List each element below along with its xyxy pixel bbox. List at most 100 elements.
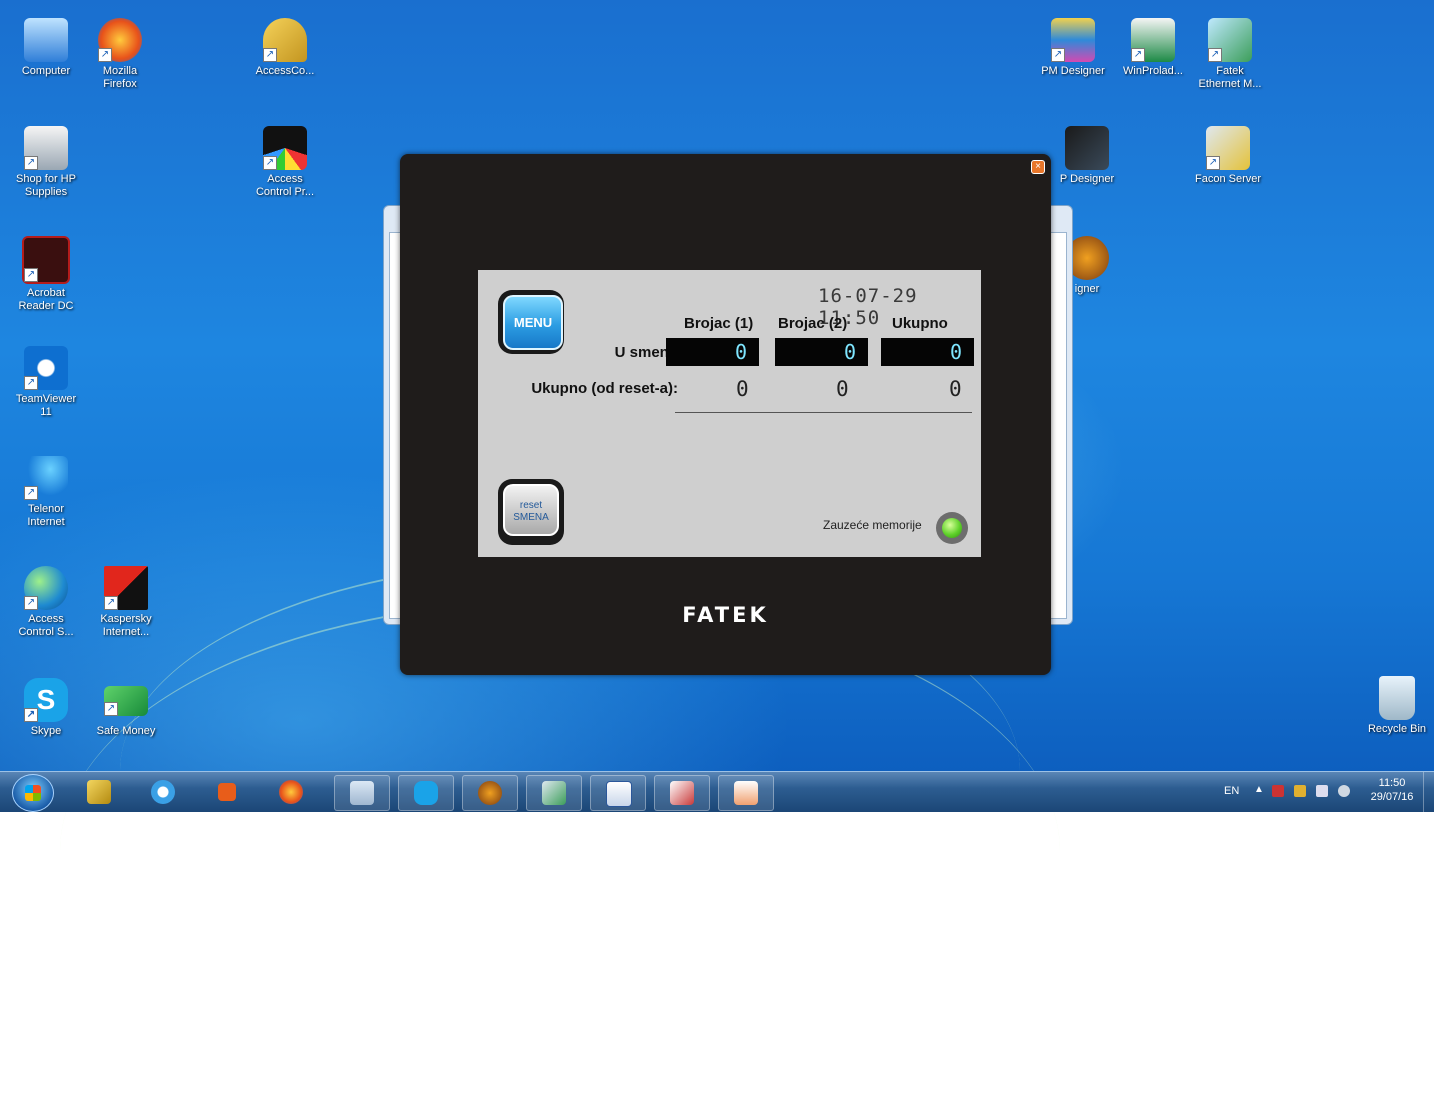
clock[interactable]: 11:50 29/07/16 (1362, 776, 1422, 804)
total-brojac-1: 0 (736, 377, 749, 401)
access-icon (670, 781, 694, 805)
icon-label: WinProlad... (1123, 65, 1183, 77)
show-hidden-icons-icon[interactable]: ▲ (1254, 784, 1264, 795)
p-designer-icon (1065, 126, 1109, 170)
taskbar-notepad[interactable] (334, 775, 390, 811)
taskbar-network[interactable] (526, 775, 582, 811)
taskbar-access-keys[interactable] (72, 775, 126, 809)
wallpaper-swoosh (60, 600, 1060, 1102)
taskbar-access[interactable] (654, 775, 710, 811)
lcd-brojac-1-shift: 0 (666, 338, 759, 366)
desktop-icon-p-designer[interactable]: P Designer (1045, 126, 1129, 186)
desktop-icon-fatek-ethernet[interactable]: ↗ Fatek Ethernet M... (1188, 18, 1272, 91)
facon-server-icon: ↗ (1206, 126, 1250, 170)
show-desktop-button[interactable] (1423, 772, 1434, 812)
recycle-bin-icon (1379, 676, 1415, 720)
icon-label: Telenor Internet (27, 503, 65, 528)
winproladder-icon: ↗ (1131, 18, 1175, 62)
icon-label: Mozilla Firefox (102, 65, 138, 90)
taskbar-media-player[interactable] (200, 775, 254, 809)
windows-logo-icon (25, 785, 41, 801)
memory-status-led (936, 512, 968, 544)
keys-icon: ↗ (263, 18, 307, 62)
icon-label: AccessCo... (255, 65, 315, 77)
desktop-icon-access-control-pr[interactable]: ↗ Access Control Pr... (243, 126, 327, 199)
wplsoft-icon (478, 781, 502, 805)
desktop-icon-access-control-s[interactable]: ↗ Access Control S... (4, 566, 88, 639)
header-brojac-1: Brojac (1) (684, 315, 754, 332)
desktop: Computer ↗ Mozilla Firefox ↗ AccessCo...… (0, 0, 1434, 771)
printer-icon: ↗ (24, 126, 68, 170)
computer-icon (24, 18, 68, 62)
desktop-icon-kaspersky[interactable]: ↗ Kaspersky Internet... (84, 566, 168, 639)
taskbar-presentation[interactable] (718, 775, 774, 811)
desktop-icon-pm-designer[interactable]: ↗ PM Designer (1031, 18, 1115, 78)
safe-money-icon: ↗ (104, 686, 148, 716)
media-player-icon (218, 783, 236, 801)
row-label-u-smeni: U smeni: (614, 344, 678, 361)
firefox-icon (279, 780, 303, 804)
reset-smena-label: reset SMENA (503, 484, 559, 536)
taskbar-firefox[interactable] (264, 775, 318, 809)
desktop-icon-hp-supplies[interactable]: ↗ Shop for HP Supplies (4, 126, 88, 199)
desktop-icon-safe-money[interactable]: ↗ Safe Money (84, 678, 168, 738)
icon-label: Skype (30, 725, 62, 737)
icon-label: Computer (21, 65, 71, 77)
reset-label-line1: reset (519, 500, 543, 511)
hmi-panel: × MENU 16-07-29 11:50 Brojac (1) Brojac … (400, 154, 1051, 675)
separator-line (675, 412, 972, 413)
menu-button-label: MENU (503, 295, 563, 350)
language-indicator[interactable]: EN (1224, 785, 1239, 797)
network-tray-icon[interactable] (1316, 785, 1328, 797)
icon-label: Acrobat Reader DC (18, 287, 74, 312)
desktop-icon-winproladder[interactable]: ↗ WinProlad... (1111, 18, 1195, 78)
firefox-icon: ↗ (98, 18, 142, 62)
reset-smena-button[interactable]: reset SMENA (498, 479, 564, 545)
kaspersky-icon: ↗ (104, 566, 148, 610)
taskbar-word[interactable] (590, 775, 646, 811)
icon-label: P Designer (1059, 173, 1115, 185)
hmi-screen: MENU 16-07-29 11:50 Brojac (1) Brojac (2… (478, 270, 981, 557)
desktop-icon-telenor[interactable]: ↗ Telenor Internet (4, 456, 88, 529)
access-keys-icon (87, 780, 111, 804)
desktop-icon-facon-server[interactable]: ↗ Facon Server (1186, 126, 1270, 186)
icon-label: Shop for HP Supplies (16, 173, 76, 198)
skype-icon: S ↗ (24, 678, 68, 722)
icon-label: TeamViewer 11 (15, 393, 77, 418)
row-label-ukupno-reset: Ukupno (od reset-a): (531, 380, 678, 397)
icon-label: Facon Server (1194, 173, 1262, 185)
icon-label: Access Control S... (18, 613, 74, 638)
pm-designer-icon: ↗ (1051, 18, 1095, 62)
presentation-icon (734, 781, 758, 805)
action-center-icon[interactable] (1272, 785, 1284, 797)
desktop-icon-computer[interactable]: Computer (4, 18, 88, 78)
desktop-icon-teamviewer[interactable]: ↗ TeamViewer 11 (4, 346, 88, 419)
close-icon[interactable]: × (1031, 160, 1045, 174)
volume-icon[interactable] (1338, 785, 1350, 797)
acrobat-icon: ↗ (22, 236, 70, 284)
taskbar-wplsoft[interactable] (462, 775, 518, 811)
desktop-icon-skype[interactable]: S ↗ Skype (4, 678, 88, 738)
desktop-icon-recycle-bin[interactable]: Recycle Bin (1355, 676, 1434, 736)
desktop-icon-acrobat[interactable]: ↗ Acrobat Reader DC (4, 236, 88, 313)
total-brojac-2: 0 (836, 377, 849, 401)
memory-usage-label: Zauzeće memorije (823, 518, 922, 532)
icon-label: Safe Money (96, 725, 156, 737)
lcd-brojac-2-shift: 0 (775, 338, 868, 366)
clock-date: 29/07/16 (1370, 791, 1414, 803)
icon-label: Recycle Bin (1367, 723, 1427, 735)
start-button[interactable] (12, 774, 54, 812)
icon-label: Kaspersky Internet... (100, 613, 152, 638)
header-ukupno: Ukupno (892, 315, 948, 332)
icon-label: Fatek Ethernet M... (1198, 65, 1262, 90)
taskbar-internet-explorer[interactable] (136, 775, 190, 809)
desktop-icon-firefox[interactable]: ↗ Mozilla Firefox (78, 18, 162, 91)
access-control-icon: ↗ (263, 126, 307, 170)
header-brojac-2: Brojac (2) (778, 315, 848, 332)
fatek-ethernet-icon: ↗ (1208, 18, 1252, 62)
desktop-icon-accessco[interactable]: ↗ AccessCo... (243, 18, 327, 78)
taskbar-skype[interactable] (398, 775, 454, 811)
windows-update-icon[interactable] (1294, 785, 1306, 797)
globe-icon: ↗ (24, 566, 68, 610)
taskbar: EN ▲ 11:50 29/07/16 (0, 771, 1434, 812)
